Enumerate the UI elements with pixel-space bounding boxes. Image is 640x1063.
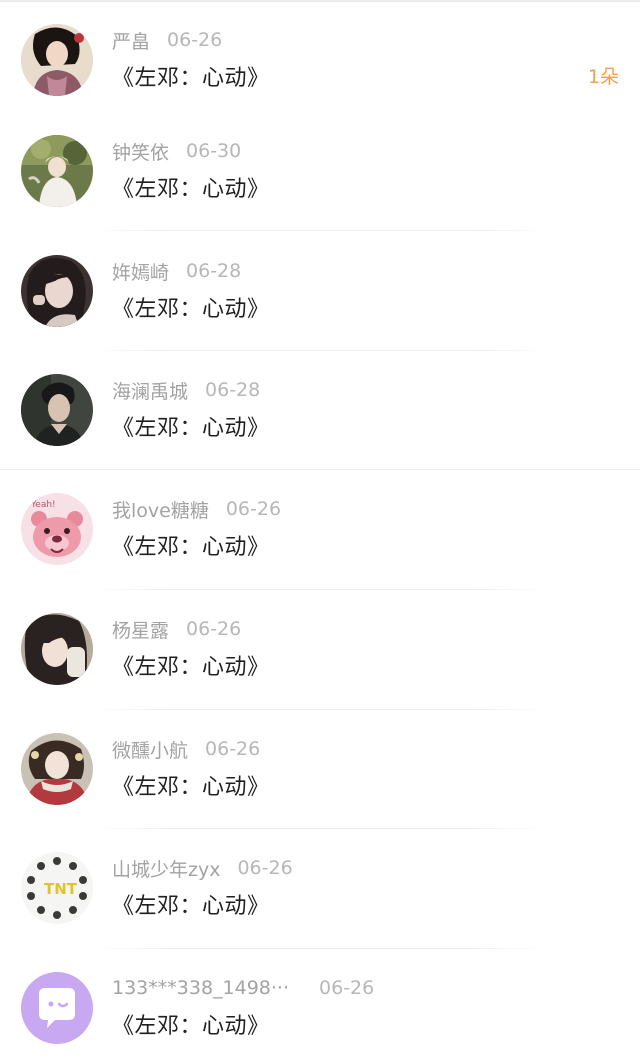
gift-title: 《左邓：心动》 (112, 1014, 270, 1039)
gift-title: 《左邓：心动》 (112, 66, 270, 91)
avatar-girl-closeup-icon[interactable] (21, 613, 93, 685)
list-item[interactable]: 姩嫣崎 06-28 《左邓：心动》 (0, 255, 640, 355)
date-label: 06-28 (186, 260, 242, 282)
flower-count-badge[interactable]: 1朵 (588, 62, 619, 89)
top-divider (0, 0, 640, 2)
date-label: 06-26 (237, 857, 293, 879)
gift-title: 《左邓：心动》 (112, 416, 270, 441)
date-label: 06-26 (167, 29, 223, 51)
avatar-girl-scarf-icon[interactable] (21, 733, 93, 805)
gift-title: 《左邓：心动》 (112, 297, 270, 322)
username[interactable]: 杨星露 (112, 616, 169, 643)
gift-list-page: 严畠 06-26 《左邓：心动》 1朵 钟笑依 06-30 《左邓：心动》 姩嫣… (0, 0, 640, 1063)
avatar-girl-selfie-icon[interactable] (21, 255, 93, 327)
avatar-chat-default-icon[interactable] (21, 972, 93, 1044)
row-divider (90, 350, 550, 351)
avatar-woman-portrait-icon[interactable] (21, 24, 93, 96)
svg-text:TNT: TNT (44, 880, 78, 898)
user-meta: 姩嫣崎 06-28 (112, 257, 241, 285)
list-item[interactable]: Yeah! 我love糖糖 06-26 《左邓：心动》 (0, 493, 640, 593)
row-divider (90, 230, 550, 231)
list-item[interactable]: 海澜禹城 06-28 《左邓：心动》 (0, 374, 640, 474)
row-divider (90, 589, 550, 590)
username[interactable]: 钟笑依 (112, 138, 169, 165)
username[interactable]: 严畠 (112, 27, 150, 54)
list-item[interactable]: 微醺小航 06-26 《左邓：心动》 (0, 733, 640, 833)
username[interactable]: 海澜禹城 (112, 377, 188, 404)
avatar-man-portrait-icon[interactable] (21, 374, 93, 446)
date-label: 06-26 (319, 977, 375, 999)
user-meta: 钟笑依 06-30 (112, 137, 241, 165)
svg-text:Yeah!: Yeah! (30, 500, 56, 510)
user-meta: 杨星露 06-26 (112, 615, 241, 643)
row-divider (90, 948, 550, 949)
user-meta: 133***338_1498··· 06-26 (112, 974, 374, 1002)
section-divider (0, 469, 640, 470)
row-divider (90, 709, 550, 710)
date-label: 06-30 (186, 140, 242, 162)
gift-title: 《左邓：心动》 (112, 775, 270, 800)
avatar-cartoon-circle-icon[interactable]: TNT (21, 852, 93, 924)
username[interactable]: 微醺小航 (112, 736, 188, 763)
avatar-girl-outdoor-icon[interactable] (21, 135, 93, 207)
list-item[interactable]: 钟笑依 06-30 《左邓：心动》 (0, 135, 640, 235)
list-item[interactable]: 杨星露 06-26 《左邓：心动》 (0, 613, 640, 713)
username[interactable]: 姩嫣崎 (112, 258, 169, 285)
date-label: 06-26 (186, 618, 242, 640)
list-item[interactable]: TNT 山城少年zyx 06-26 《左邓：心动》 (0, 852, 640, 952)
date-label: 06-26 (205, 738, 261, 760)
list-item[interactable]: 严畠 06-26 《左邓：心动》 1朵 (0, 24, 640, 124)
username[interactable]: 133***338_1498··· (112, 977, 289, 999)
username[interactable]: 我love糖糖 (112, 496, 209, 523)
gift-title: 《左邓：心动》 (112, 177, 270, 202)
user-meta: 严畠 06-26 (112, 26, 222, 54)
gift-title: 《左邓：心动》 (112, 894, 270, 919)
date-label: 06-28 (205, 379, 261, 401)
gift-title: 《左邓：心动》 (112, 535, 270, 560)
list-item[interactable]: 133***338_1498··· 06-26 《左邓：心动》 (0, 972, 640, 1063)
username[interactable]: 山城少年zyx (112, 855, 220, 882)
date-label: 06-26 (225, 498, 282, 520)
user-meta: 海澜禹城 06-28 (112, 376, 260, 404)
user-meta: 我love糖糖 06-26 (112, 495, 281, 523)
avatar-pink-bear-icon[interactable]: Yeah! (21, 493, 93, 565)
user-meta: 微醺小航 06-26 (112, 735, 260, 763)
row-divider (90, 828, 550, 829)
user-meta: 山城少年zyx 06-26 (112, 854, 293, 882)
gift-title: 《左邓：心动》 (112, 655, 270, 680)
